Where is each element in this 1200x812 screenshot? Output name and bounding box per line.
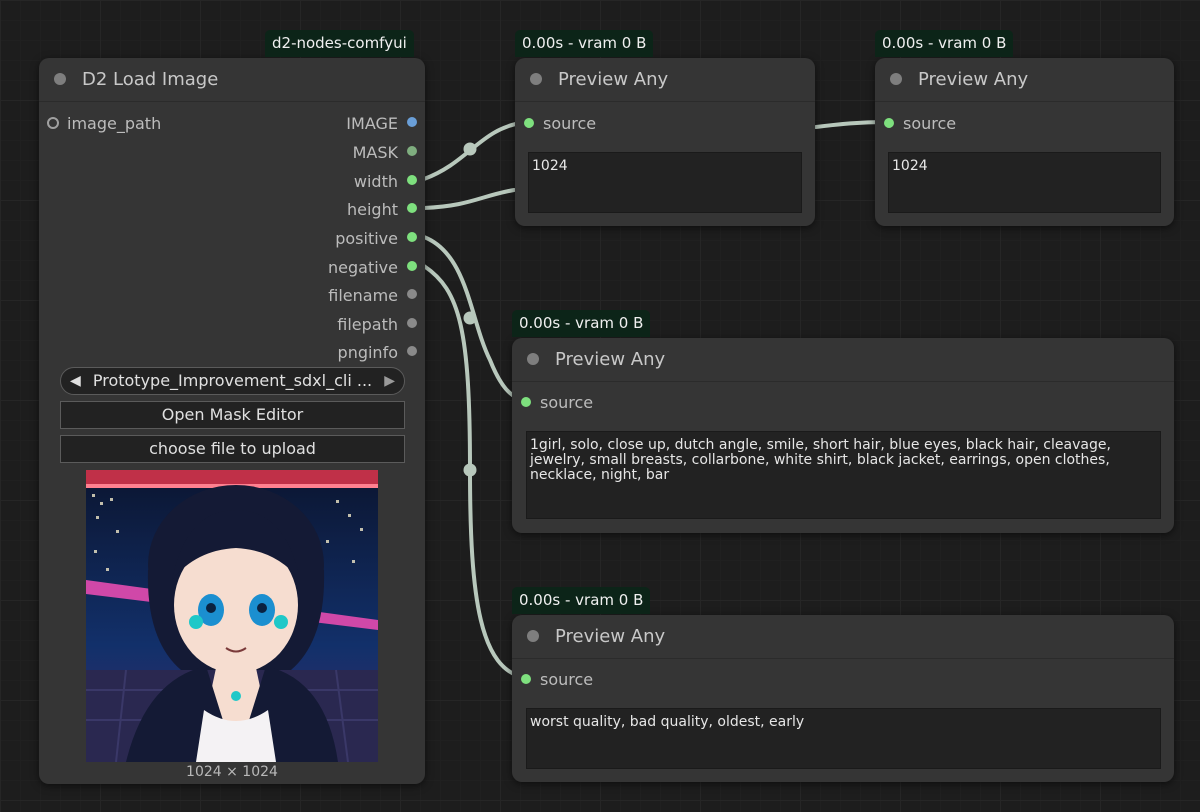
node-title: D2 Load Image [82, 69, 219, 90]
link-midpoint [463, 311, 477, 325]
link-midpoint [463, 463, 477, 477]
output-dot-icon[interactable] [407, 261, 417, 271]
collapse-dot-icon[interactable] [530, 73, 542, 85]
node-title-bar[interactable]: Preview Any [875, 58, 1174, 102]
input-label: image_path [67, 114, 162, 133]
preview-any-node-4[interactable]: Preview Any source worst quality, bad qu… [512, 615, 1174, 782]
combo-right-arrow-icon[interactable]: ▶ [384, 368, 395, 394]
node-title-bar[interactable]: Preview Any [512, 615, 1174, 659]
node-title-bar[interactable]: Preview Any [515, 58, 815, 102]
node-title: Preview Any [555, 626, 666, 647]
image-preview [86, 470, 378, 762]
link-midpoint [463, 142, 477, 156]
node-title: Preview Any [918, 69, 1029, 90]
input-label: source [543, 114, 597, 133]
preview-output-text[interactable]: 1girl, solo, close up, dutch angle, smil… [526, 431, 1161, 519]
input-dot-icon[interactable] [884, 118, 894, 128]
preview-any-node-3[interactable]: Preview Any source 1girl, solo, close up… [512, 338, 1174, 533]
node-title-bar[interactable]: D2 Load Image [39, 58, 425, 102]
node-badge: 0.00s - vram 0 B [875, 30, 1014, 57]
input-label: source [540, 670, 594, 689]
output-dot-icon[interactable] [407, 318, 417, 328]
image-size-caption: 1024 × 1024 [186, 764, 278, 780]
link-height-to-preview-1 [422, 188, 516, 210]
preview-output-text[interactable]: 1024 [888, 152, 1161, 213]
combo-value: Prototype_Improvement_sdxl_cli ... [92, 371, 373, 390]
input-dot-icon[interactable] [521, 397, 531, 407]
input-dot-icon[interactable] [47, 117, 59, 129]
output-dot-icon[interactable] [407, 289, 417, 299]
node-badge: 0.00s - vram 0 B [512, 310, 651, 337]
input-slot-image-path[interactable]: image_path [47, 114, 162, 133]
input-label: source [903, 114, 957, 133]
combo-left-arrow-icon[interactable]: ◀ [70, 368, 81, 394]
input-slot-source[interactable]: source [884, 114, 957, 133]
input-label: source [540, 393, 594, 412]
output-label-pnginfo: pnginfo [337, 343, 398, 362]
output-dot-icon[interactable] [407, 232, 417, 242]
node-badge: 0.00s - vram 0 B [512, 587, 651, 614]
output-label-filename: filename [328, 286, 398, 305]
output-label-height: height [347, 200, 398, 219]
node-title: Preview Any [558, 69, 669, 90]
preview-output-text[interactable]: 1024 [528, 152, 802, 213]
input-dot-icon[interactable] [524, 118, 534, 128]
collapse-dot-icon[interactable] [527, 353, 539, 365]
open-mask-editor-button[interactable]: Open Mask Editor [60, 401, 405, 429]
output-label-negative: negative [328, 258, 398, 277]
output-dot-icon[interactable] [407, 146, 417, 156]
output-label-mask: MASK [352, 143, 398, 162]
input-slot-source[interactable]: source [524, 114, 597, 133]
output-dot-icon[interactable] [407, 203, 417, 213]
input-slot-source[interactable]: source [521, 393, 594, 412]
output-label-image: IMAGE [346, 114, 398, 133]
input-slot-source[interactable]: source [521, 670, 594, 689]
node-title-bar[interactable]: Preview Any [512, 338, 1174, 382]
collapse-dot-icon[interactable] [54, 73, 66, 85]
output-label-width: width [353, 172, 398, 191]
collapse-dot-icon[interactable] [527, 630, 539, 642]
output-dot-icon[interactable] [407, 175, 417, 185]
output-label-positive: positive [335, 229, 398, 248]
image-combo-select[interactable]: ◀ Prototype_Improvement_sdxl_cli ... ▶ [60, 367, 405, 395]
upload-file-button[interactable]: choose file to upload [60, 435, 405, 463]
input-dot-icon[interactable] [521, 674, 531, 684]
node-badge: 0.00s - vram 0 B [515, 30, 654, 57]
load-image-node[interactable]: D2 Load Image image_path IMAGE MASK widt… [39, 58, 425, 784]
output-dot-icon[interactable] [407, 117, 417, 127]
output-label-filepath: filepath [337, 315, 398, 334]
node-badge: d2-nodes-comfyui [265, 30, 414, 57]
preview-output-text[interactable]: worst quality, bad quality, oldest, earl… [526, 708, 1161, 769]
node-title: Preview Any [555, 349, 666, 370]
output-dot-icon[interactable] [407, 346, 417, 356]
preview-any-node-1[interactable]: Preview Any source 1024 [515, 58, 815, 226]
preview-any-node-2[interactable]: Preview Any source 1024 [875, 58, 1174, 226]
collapse-dot-icon[interactable] [890, 73, 902, 85]
